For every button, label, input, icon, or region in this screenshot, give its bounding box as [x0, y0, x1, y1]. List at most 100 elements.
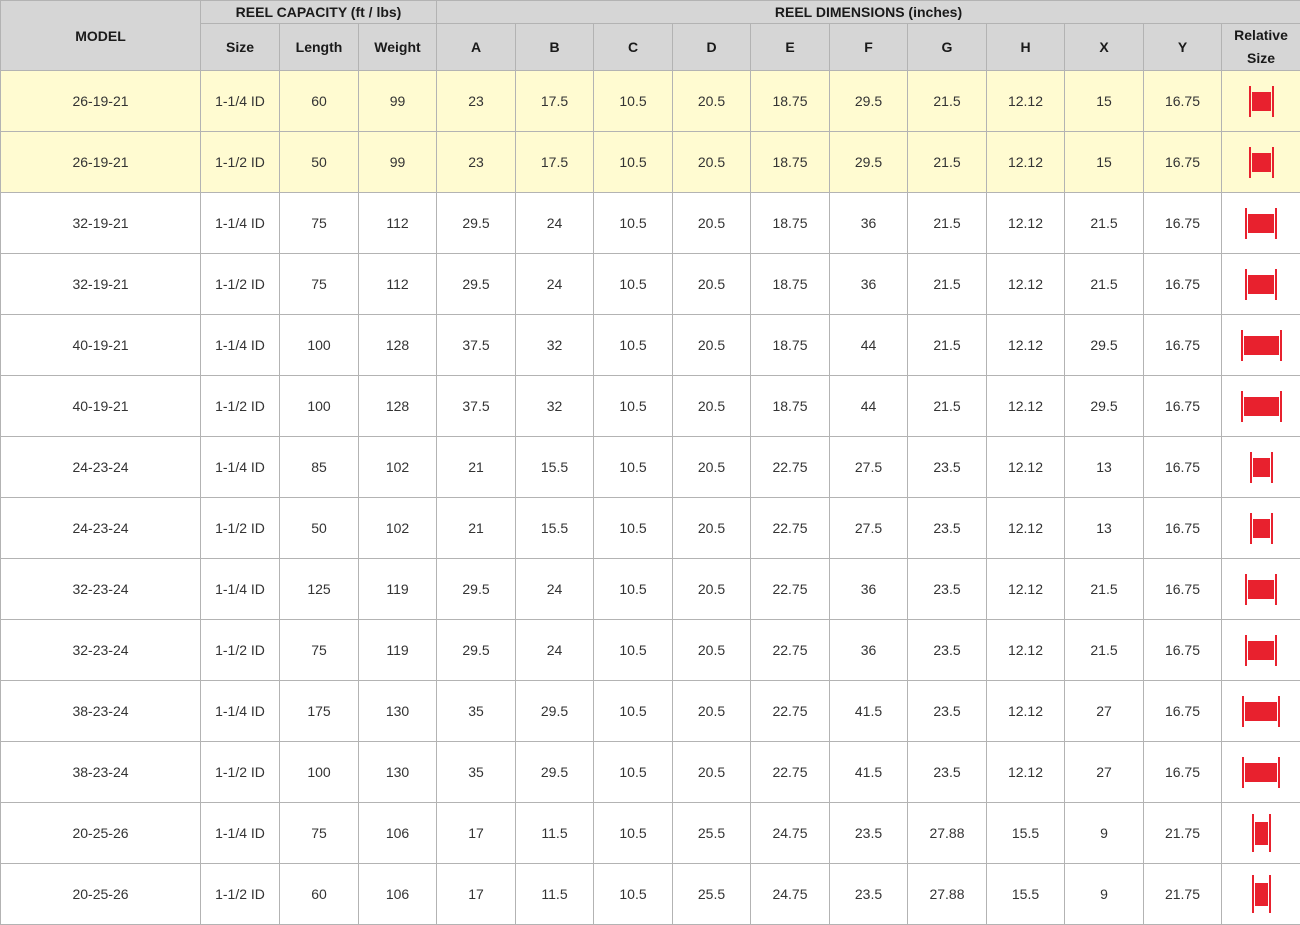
dim-c-cell: 10.5 — [593, 497, 673, 559]
dim-h-cell: 15.5 — [986, 863, 1065, 925]
relative-size-cell — [1220, 192, 1300, 254]
dim-c-cell: 10.5 — [593, 863, 673, 925]
model-header: MODEL — [0, 0, 201, 71]
dim-b-cell: 32 — [515, 314, 594, 376]
length-cell: 100 — [279, 375, 359, 437]
dim-a-cell: 17 — [436, 802, 516, 864]
table-row: 38-23-24 1-1/4 ID 175 130 35 29.5 10.5 20.5 22.7… — [0, 680, 1300, 742]
weight-cell: 128 — [358, 375, 437, 437]
dim-x-cell: 21.5 — [1064, 253, 1144, 315]
dim-g-cell: 21.5 — [907, 192, 987, 254]
weight-cell: 106 — [358, 802, 437, 864]
dim-e-cell: 22.75 — [750, 741, 830, 803]
dim-h-cell: 12.12 — [986, 619, 1065, 681]
dim-y-header: Y — [1143, 23, 1222, 71]
dim-x-cell: 21.5 — [1064, 558, 1144, 620]
dim-y-cell: 16.75 — [1143, 436, 1222, 498]
dim-x-cell: 9 — [1064, 863, 1144, 925]
length-cell: 75 — [279, 619, 359, 681]
model-cell: 24-23-24 — [0, 436, 201, 498]
dim-d-cell: 20.5 — [672, 131, 751, 193]
dim-y-cell: 16.75 — [1143, 619, 1222, 681]
reel-size-icon — [1251, 875, 1271, 913]
size-cell: 1-1/4 ID — [200, 680, 280, 742]
table-row: 26-19-21 1-1/2 ID 50 99 23 17.5 10.5 20.5 18.75 2… — [0, 131, 1300, 193]
relative-size-cell — [1220, 131, 1300, 193]
length-cell: 50 — [279, 131, 359, 193]
dim-y-cell: 16.75 — [1143, 314, 1222, 376]
reel-size-icon — [1240, 329, 1282, 361]
dim-h-cell: 12.12 — [986, 314, 1065, 376]
table-row: 32-23-24 1-1/2 ID 75 119 29.5 24 10.5 20.5 22.75… — [0, 619, 1300, 681]
model-cell: 20-25-26 — [0, 863, 201, 925]
dim-x-cell: 13 — [1064, 497, 1144, 559]
dim-b-cell: 11.5 — [515, 863, 594, 925]
relative-size-cell — [1220, 741, 1300, 803]
relative-size-cell — [1220, 863, 1300, 925]
dim-b-cell: 15.5 — [515, 436, 594, 498]
dim-f-cell: 41.5 — [829, 741, 908, 803]
dim-d-cell: 20.5 — [672, 741, 751, 803]
dim-x-cell: 15 — [1064, 70, 1144, 132]
dim-c-cell: 10.5 — [593, 558, 673, 620]
length-header: Length — [279, 23, 359, 71]
dim-a-header: A — [436, 23, 516, 71]
dim-y-cell: 16.75 — [1143, 497, 1222, 559]
dim-d-cell: 20.5 — [672, 436, 751, 498]
length-cell: 100 — [279, 741, 359, 803]
dim-c-cell: 10.5 — [593, 741, 673, 803]
table-header: MODEL REEL CAPACITY (ft / lbs) REEL DIME… — [0, 0, 1300, 71]
model-cell: 32-23-24 — [0, 558, 201, 620]
dim-h-cell: 12.12 — [986, 131, 1065, 193]
table-row: 20-25-26 1-1/4 ID 75 106 17 11.5 10.5 25.5 24.75… — [0, 802, 1300, 864]
dim-f-cell: 41.5 — [829, 680, 908, 742]
dim-g-cell: 23.5 — [907, 497, 987, 559]
dim-y-cell: 16.75 — [1143, 192, 1222, 254]
dim-d-cell: 20.5 — [672, 558, 751, 620]
dim-e-cell: 22.75 — [750, 619, 830, 681]
dim-x-cell: 13 — [1064, 436, 1144, 498]
dim-a-cell: 29.5 — [436, 558, 516, 620]
size-cell: 1-1/2 ID — [200, 619, 280, 681]
dim-d-cell: 20.5 — [672, 375, 751, 437]
dim-h-header: H — [986, 23, 1065, 71]
dim-e-cell: 18.75 — [750, 131, 830, 193]
dim-d-cell: 20.5 — [672, 70, 751, 132]
dim-e-cell: 18.75 — [750, 375, 830, 437]
dim-e-cell: 24.75 — [750, 863, 830, 925]
dim-h-cell: 12.12 — [986, 253, 1065, 315]
dim-a-cell: 29.5 — [436, 192, 516, 254]
dim-g-cell: 23.5 — [907, 741, 987, 803]
dim-g-cell: 23.5 — [907, 680, 987, 742]
dim-h-cell: 12.12 — [986, 375, 1065, 437]
dim-y-cell: 16.75 — [1143, 680, 1222, 742]
length-cell: 60 — [279, 70, 359, 132]
length-cell: 50 — [279, 497, 359, 559]
dim-f-cell: 27.5 — [829, 436, 908, 498]
dim-c-header: C — [593, 23, 673, 71]
model-cell: 38-23-24 — [0, 680, 201, 742]
dim-d-cell: 25.5 — [672, 802, 751, 864]
dim-y-cell: 21.75 — [1143, 802, 1222, 864]
weight-cell: 119 — [358, 619, 437, 681]
dim-e-cell: 18.75 — [750, 314, 830, 376]
dim-f-header: F — [829, 23, 908, 71]
model-cell: 32-19-21 — [0, 253, 201, 315]
relative-size-header: Relative Size — [1220, 23, 1300, 71]
reel-size-icon — [1245, 573, 1277, 605]
dim-a-cell: 23 — [436, 131, 516, 193]
dim-g-cell: 27.88 — [907, 863, 987, 925]
dim-g-cell: 21.5 — [907, 131, 987, 193]
size-cell: 1-1/4 ID — [200, 70, 280, 132]
dim-d-header: D — [672, 23, 751, 71]
reel-spec-table: MODEL REEL CAPACITY (ft / lbs) REEL DIME… — [0, 0, 1300, 925]
dim-x-cell: 27 — [1064, 741, 1144, 803]
reel-size-icon — [1242, 695, 1280, 727]
reel-size-icon — [1245, 207, 1277, 239]
size-cell: 1-1/2 ID — [200, 375, 280, 437]
length-cell: 125 — [279, 558, 359, 620]
table-row: 38-23-24 1-1/2 ID 100 130 35 29.5 10.5 20.5 22.7… — [0, 741, 1300, 803]
relative-size-cell — [1220, 436, 1300, 498]
dim-x-cell: 21.5 — [1064, 619, 1144, 681]
weight-cell: 130 — [358, 741, 437, 803]
